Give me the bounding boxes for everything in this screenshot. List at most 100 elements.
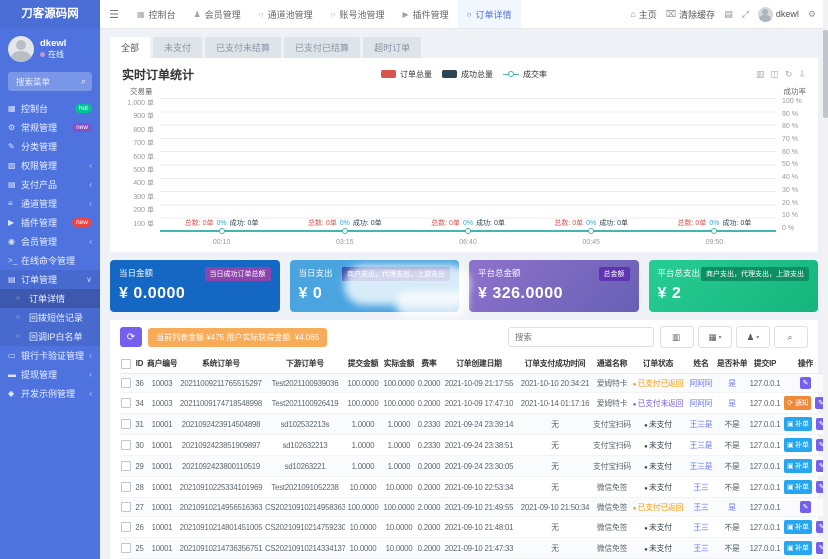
fullscreen-icon[interactable]: ⤢ [742, 9, 749, 20]
y-tick: 90 % [782, 111, 798, 118]
table-toolbar: ⟳ 当前列表金额 ¥475 用户实际获得金额: ¥4.065 ▥ ▦▾ ♟▾ [120, 326, 808, 348]
sidebar-item[interactable]: ▦ 控制台 hot [0, 99, 100, 118]
row-checkbox[interactable] [121, 482, 131, 492]
cell-created: 2021-09-24 23:39:14 [441, 414, 517, 435]
point-label-group: 总数: 0单0%成功: 0单 [554, 218, 628, 228]
toolbar-button[interactable]: ▦▾ [698, 326, 732, 348]
reissue-button[interactable]: ▣ 补单 [784, 480, 812, 494]
toolbar-button[interactable]: ♟▾ [736, 326, 770, 348]
navbar-tab[interactable]: ○ 账号池管理 [322, 0, 394, 28]
filter-tab[interactable]: 已支付已结算 [284, 37, 360, 58]
filter-tab[interactable]: 全部 [110, 37, 150, 58]
scrollbar-thumb[interactable] [823, 30, 828, 118]
cell-created: 2021-09-24 23:30:05 [441, 456, 517, 477]
table-row: 28 10001 20210910225334101969 Test202109… [120, 477, 828, 498]
legend-order-total[interactable]: 订单总量 [381, 69, 432, 80]
sidebar-item[interactable]: ○ 订单详情 [0, 289, 100, 308]
chart-title: 实时订单统计 [122, 66, 194, 83]
filter-tab[interactable]: 超时订单 [363, 37, 421, 58]
edit-button[interactable]: ✎ [800, 501, 812, 513]
navbar-tab[interactable]: ▦ 控制台 [128, 0, 185, 28]
window-scrollbar[interactable] [823, 0, 828, 559]
row-checkbox[interactable] [121, 522, 131, 532]
sidebar-item[interactable]: ○ 回调IP白名单 [0, 327, 100, 346]
sidebar-item[interactable]: ▬ 提现管理 ‹ [0, 365, 100, 384]
search-icon[interactable]: ⌕ [81, 76, 86, 87]
sidebar-item[interactable]: ✎ 分类管理 [0, 137, 100, 156]
cell-channel: 微信免签 [593, 538, 631, 559]
toolbar-button[interactable]: ⌕ [774, 326, 808, 348]
legend-success-total[interactable]: 成功总量 [442, 69, 493, 80]
navbar-tab[interactable]: ♟ 会员管理 [185, 0, 250, 28]
menu-item-icon: ▧ [8, 161, 21, 170]
orders-table: ID商户编号系统订单号下游订单号提交金额实际金额费率订单创建日期订单支付成功时间… [120, 354, 828, 559]
docs-icon[interactable]: ▤ [724, 9, 733, 20]
sidebar-search-input[interactable] [14, 76, 81, 88]
sidebar-item[interactable]: >_ 在线命令管理 [0, 251, 100, 270]
edit-button[interactable]: ✎ [800, 377, 812, 389]
row-checkbox[interactable] [121, 419, 131, 429]
notify-button[interactable]: ⟳ 通知 [784, 396, 811, 410]
sidebar-item[interactable]: ◉ 会员管理 ‹ [0, 232, 100, 251]
navbar-tab[interactable]: ▶ 插件管理 [393, 0, 457, 28]
user-avatar[interactable] [8, 36, 34, 62]
navbar-tab[interactable]: ○ 订单详情 [458, 0, 521, 28]
hamburger-icon[interactable]: ☰ [100, 0, 128, 28]
cell-reissue: 不是 [724, 523, 739, 532]
filter-tab[interactable]: 已支付未结算 [205, 37, 281, 58]
refresh-button[interactable]: ⟳ [120, 327, 142, 347]
reissue-button[interactable]: ▣ 补单 [784, 459, 812, 473]
user-menu[interactable]: dkewl [758, 7, 799, 22]
sidebar-item[interactable]: ▤ 订单管理 ∨ [0, 270, 100, 289]
reissue-button[interactable]: ▣ 补单 [784, 438, 812, 452]
sidebar-item[interactable]: ≡ 通道管理 ‹ [0, 194, 100, 213]
row-checkbox[interactable] [121, 543, 131, 553]
cell-ip: 127.0.0.1 [747, 498, 783, 517]
select-all-checkbox[interactable] [121, 359, 131, 369]
row-checkbox[interactable] [121, 378, 131, 388]
reissue-button[interactable]: ▣ 补单 [784, 520, 812, 534]
toolbar-button[interactable]: ▥ [660, 326, 694, 348]
sidebar-item[interactable]: ▤ 支付产品 ‹ [0, 175, 100, 194]
sidebar-search[interactable]: ⌕ [8, 72, 92, 91]
sidebar-item[interactable]: ▶ 插件管理 new [0, 213, 100, 232]
home-link[interactable]: ⌂主页 [630, 8, 656, 21]
table-search-input[interactable] [508, 327, 654, 347]
x-tick: 06:40 [459, 239, 477, 246]
clear-cache-link[interactable]: ⌧清除缓存 [666, 8, 715, 21]
row-checkbox[interactable] [121, 502, 131, 512]
y-tick: 20 % [782, 200, 798, 207]
cell-actual: 10.0000 [381, 477, 417, 498]
menu-item-icon: ▭ [8, 351, 21, 360]
legend-rate[interactable]: 成交率 [503, 69, 547, 80]
sidebar-item[interactable]: ◆ 开发示例管理 ‹ [0, 384, 100, 403]
chart-type-icon[interactable]: ▥ [756, 69, 765, 80]
tab-label: 插件管理 [413, 8, 449, 21]
row-checkbox[interactable] [121, 461, 131, 471]
download-icon[interactable]: ⇩ [798, 69, 806, 80]
reissue-button[interactable]: ▣ 补单 [784, 417, 812, 431]
sidebar-item[interactable]: ▭ 银行卡验证管理 ‹ [0, 346, 100, 365]
restore-icon[interactable]: ↻ [785, 69, 793, 80]
sidebar-item[interactable]: ○ 回拨短信记录 [0, 308, 100, 327]
cell-merchant: 10001 [147, 456, 177, 477]
tab-label: 账号池管理 [339, 8, 384, 21]
cell-sys-order-no: 20211009174718548998 [177, 393, 265, 414]
cell-ip: 127.0.0.1 [747, 456, 783, 477]
row-checkbox[interactable] [121, 440, 131, 450]
cell-merchant: 10001 [147, 414, 177, 435]
filter-tab[interactable]: 未支付 [153, 37, 202, 58]
cell-paid-time: 无 [517, 414, 593, 435]
table-row: 26 10001 20210910214801451005 CS20210910… [120, 517, 828, 538]
top-navbar: ☰ ▦ 控制台 ♟ 会员管理 ○ 通道池管理 [100, 0, 828, 29]
menu-item-label: 回调IP白名单 [29, 330, 92, 343]
sidebar-item[interactable]: ⚙ 常规管理 new [0, 118, 100, 137]
gear-icon[interactable]: ⚙ [808, 9, 816, 20]
stat-card-badge: 当日成功订单总额 [205, 267, 271, 281]
navbar-tab[interactable]: ○ 通道池管理 [250, 0, 322, 28]
reissue-button[interactable]: ▣ 补单 [784, 541, 812, 555]
row-checkbox[interactable] [121, 398, 131, 408]
brand-title[interactable]: 刀客源码网 [0, 0, 100, 28]
dataview-icon[interactable]: ◫ [770, 69, 779, 80]
sidebar-item[interactable]: ▧ 权限管理 ‹ [0, 156, 100, 175]
